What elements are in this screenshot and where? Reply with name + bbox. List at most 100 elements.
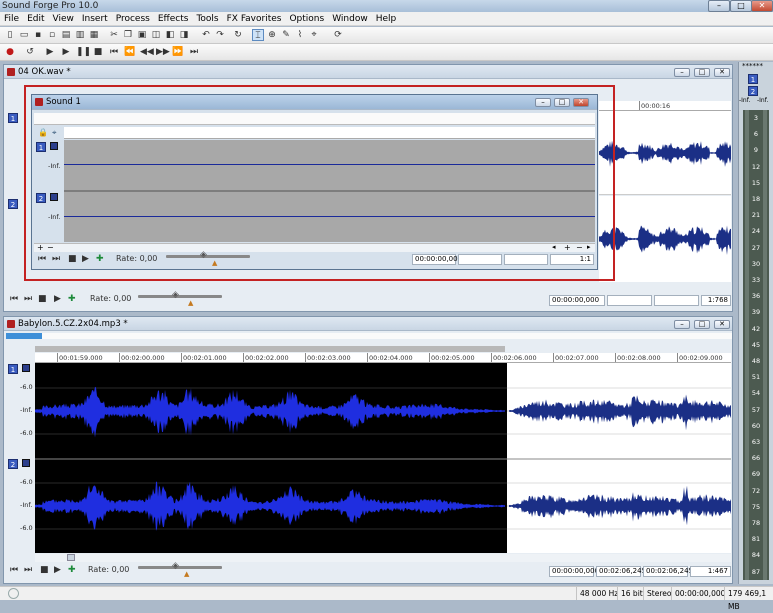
go-end-icon[interactable]: ⏭ [24, 294, 32, 304]
doc-ok-time-field[interactable]: 00:00:00,000 [549, 295, 605, 306]
loop-icon[interactable]: ↺ [24, 46, 36, 58]
play-plus-icon[interactable]: ✚ [68, 294, 76, 304]
go-start-icon[interactable]: ⏮ [10, 565, 18, 575]
stop-icon[interactable]: ■ [40, 565, 49, 575]
open-icon[interactable]: ▭ [18, 29, 30, 41]
channel-2-mute-button[interactable] [22, 459, 30, 467]
play-icon[interactable]: ▶ [54, 294, 61, 304]
paste-icon[interactable]: ▣ [136, 29, 148, 41]
pencil-tool-icon[interactable]: ✎ [280, 29, 292, 41]
stop-icon[interactable]: ■ [92, 46, 104, 58]
forward-icon[interactable]: ▶▶ [156, 46, 170, 58]
doc-ok-titlebar[interactable]: 04 OK.wav * – □ ✕ [4, 65, 732, 79]
rate-slider-thumb-icon[interactable]: ◈ [172, 290, 179, 300]
ruler-tick: 00:02:03.000 [305, 353, 351, 362]
stop-icon[interactable]: ■ [38, 294, 47, 304]
doc-babylon-overview[interactable] [6, 333, 732, 339]
doc-ok-zoom-field[interactable]: 1:768 [701, 295, 731, 306]
app-maximize-button[interactable]: □ [730, 0, 752, 12]
pause-icon[interactable]: ❚❚ [76, 46, 91, 58]
play-plus-icon[interactable]: ✚ [68, 565, 76, 575]
back-icon[interactable]: ◀◀ [140, 46, 154, 58]
info-icon[interactable]: ▦ [88, 29, 100, 41]
meter-channel-1-badge[interactable]: 1 [748, 74, 758, 84]
doc-ok-maximize-button[interactable]: □ [694, 68, 710, 77]
new-icon[interactable]: ▯ [4, 29, 16, 41]
undo-icon[interactable]: ↶ [200, 29, 212, 41]
meter-channel-2-badge[interactable]: 2 [748, 86, 758, 96]
doc-babylon-hscroll[interactable] [35, 554, 731, 562]
doc-babylon-selection-length-field[interactable]: 00:02:06,245 [643, 566, 693, 577]
doc-babylon-zoom-field[interactable]: 1:467 [690, 566, 731, 577]
save-icon[interactable]: ▪ [32, 29, 44, 41]
meter-scale-label: 27 [751, 243, 761, 252]
record-icon[interactable]: ● [4, 46, 16, 58]
doc-ok-waveform-ch1[interactable] [599, 111, 731, 195]
rate-slider[interactable] [138, 295, 222, 298]
channel-1-badge[interactable]: 1 [8, 364, 18, 374]
doc-ok-minimize-button[interactable]: – [674, 68, 690, 77]
snap-icon[interactable]: ⟳ [332, 29, 344, 41]
fast-forward-icon[interactable]: ⏩ [172, 46, 184, 58]
doc-ok-close-button[interactable]: ✕ [714, 68, 730, 77]
doc-babylon-selection-end-field[interactable]: 00:02:06,245 [596, 566, 646, 577]
channel-1-badge[interactable]: 1 [8, 113, 18, 123]
event-tool-icon[interactable]: ⌖ [308, 29, 320, 41]
menu-process[interactable]: Process [112, 12, 154, 26]
go-start-icon[interactable]: ⏮ [108, 46, 120, 58]
doc-ok-waveform-ch2[interactable] [599, 196, 731, 282]
play-icon[interactable]: ▶ [54, 565, 61, 575]
doc-ok-selection-end-field[interactable] [607, 295, 652, 306]
doc-babylon-selection-bar[interactable] [35, 346, 505, 352]
menu-view[interactable]: View [49, 12, 78, 26]
mix-icon[interactable]: ◫ [150, 29, 162, 41]
menu-tools[interactable]: Tools [192, 12, 222, 26]
channel-2-badge[interactable]: 2 [8, 199, 18, 209]
menu-effects[interactable]: Effects [154, 12, 193, 26]
app-minimize-button[interactable]: – [708, 0, 730, 12]
menu-edit[interactable]: Edit [23, 12, 48, 26]
go-end-icon[interactable]: ⏭ [188, 46, 200, 58]
menu-file[interactable]: File [0, 12, 23, 26]
doc-babylon-time-field[interactable]: 00:00:00,000 [549, 566, 599, 577]
meter-scale-label: 60 [751, 421, 761, 430]
rate-slider[interactable] [138, 566, 222, 569]
doc-babylon-maximize-button[interactable]: □ [694, 320, 710, 329]
copy-icon[interactable]: ❐ [122, 29, 134, 41]
go-end-icon[interactable]: ⏭ [24, 565, 32, 575]
repeat-icon[interactable]: ↻ [232, 29, 244, 41]
doc-babylon-titlebar[interactable]: Babylon.5.CZ.2x04.mp3 * – □ ✕ [4, 317, 732, 331]
doc-babylon-close-button[interactable]: ✕ [714, 320, 730, 329]
play-icon[interactable]: ▶ [60, 46, 72, 58]
doc-window-babylon[interactable]: Babylon.5.CZ.2x04.mp3 * – □ ✕ 00:01:59.0… [3, 316, 733, 584]
go-start-icon[interactable]: ⏮ [10, 294, 18, 304]
menu-window[interactable]: Window [328, 12, 372, 26]
crop-icon[interactable]: ◨ [178, 29, 190, 41]
doc-babylon-time-ruler[interactable]: 00:01:59.000 00:02:00.000 00:02:01.000 0… [35, 353, 731, 363]
magnify-tool-icon[interactable]: ⊕ [266, 29, 278, 41]
render-icon[interactable]: ▥ [74, 29, 86, 41]
channel-2-badge[interactable]: 2 [8, 459, 18, 469]
save-all-icon[interactable]: ▫ [46, 29, 58, 41]
hscroll-thumb[interactable] [67, 554, 75, 561]
redo-icon[interactable]: ↷ [214, 29, 226, 41]
menu-insert[interactable]: Insert [78, 12, 112, 26]
doc-babylon-minimize-button[interactable]: – [674, 320, 690, 329]
trim-icon[interactable]: ◧ [164, 29, 176, 41]
cut-icon[interactable]: ✂ [108, 29, 120, 41]
rate-slider-thumb-icon[interactable]: ◈ [172, 561, 179, 571]
meter-scale-label: 6 [753, 130, 759, 139]
doc-babylon-waveform[interactable] [35, 363, 731, 553]
menu-help[interactable]: Help [372, 12, 401, 26]
properties-icon[interactable]: ▤ [60, 29, 72, 41]
rewind-icon[interactable]: ⏪ [124, 46, 136, 58]
play-all-icon[interactable]: ▶ [44, 46, 56, 58]
edit-tool-icon[interactable]: ⌶ [252, 29, 264, 41]
menu-options[interactable]: Options [285, 12, 328, 26]
envelope-tool-icon[interactable]: ⌇ [294, 29, 306, 41]
doc-ok-time-ruler[interactable]: 00:00:16 [599, 101, 731, 111]
menu-fx-favorites[interactable]: FX Favorites [223, 12, 286, 26]
channel-1-mute-button[interactable] [22, 364, 30, 372]
doc-ok-selection-length-field[interactable] [654, 295, 699, 306]
app-close-button[interactable]: ✕ [751, 0, 773, 12]
